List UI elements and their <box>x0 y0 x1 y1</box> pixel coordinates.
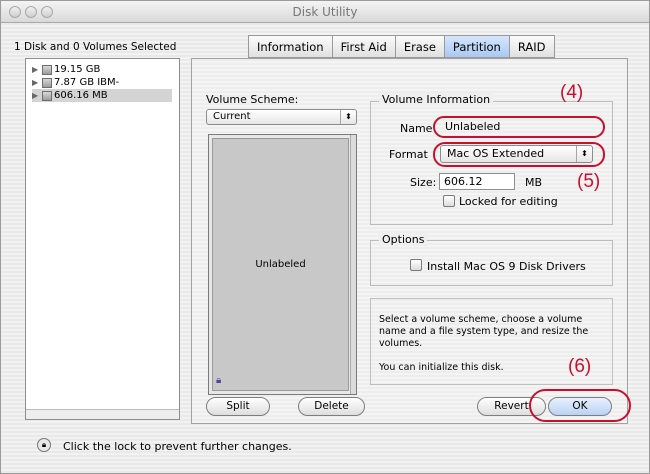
disk-item[interactable]: ▶ 19.15 GB <box>32 63 100 76</box>
volume-scheme-label: Volume Scheme: <box>206 93 299 106</box>
disclosure-triangle-icon[interactable]: ▶ <box>32 76 40 89</box>
locked-checkbox[interactable] <box>443 195 455 207</box>
status-text: You can initialize this disk. <box>379 362 504 373</box>
disk-icon <box>42 64 52 75</box>
volume-information-title: Volume Information <box>379 93 494 106</box>
map-resize-bar[interactable] <box>350 135 356 394</box>
partition-map: Unlabeled 🔒︎ <box>208 134 357 395</box>
disk-label: 7.87 GB IBM- <box>54 77 120 88</box>
tab-first-aid[interactable]: First Aid <box>331 35 395 58</box>
callout-6: (6) <box>568 356 592 377</box>
annotation-ring-name <box>433 116 605 138</box>
options-title: Options <box>379 233 428 246</box>
annotation-ring-ok <box>529 389 631 422</box>
annotation-ring-format <box>433 142 605 167</box>
tab-bar: Information First Aid Erase Partition RA… <box>248 35 555 59</box>
volume-scheme-value: Current <box>213 111 251 122</box>
tab-erase[interactable]: Erase <box>394 35 444 58</box>
partition-volume-label: Unlabeled <box>255 259 306 270</box>
disclosure-triangle-icon[interactable]: ▶ <box>32 89 40 102</box>
zoom-window-button[interactable] <box>41 6 53 18</box>
delete-button[interactable]: Delete <box>298 397 365 416</box>
callout-5: (5) <box>577 171 601 192</box>
minimize-window-button[interactable] <box>25 6 37 18</box>
split-button[interactable]: Split <box>206 397 270 416</box>
horizontal-scrollbar[interactable] <box>26 409 179 419</box>
disk-list: ▶ 19.15 GB ▶ 7.87 GB IBM- ▶ 606.16 MB <box>25 58 180 420</box>
popup-arrows-icon: ⬍ <box>340 110 356 124</box>
selection-count-label: 1 Disk and 0 Volumes Selected <box>14 41 177 53</box>
tab-partition[interactable]: Partition <box>443 35 509 58</box>
disk-item-selected[interactable]: ▶ 606.16 MB <box>32 89 172 102</box>
install-drivers-label: Install Mac OS 9 Disk Drivers <box>427 260 586 273</box>
lock-icon[interactable]: 🔒︎ <box>37 438 51 452</box>
size-field[interactable]: 606.12 <box>439 173 515 190</box>
volume-scheme-popup[interactable]: Current ⬍ <box>206 109 357 125</box>
name-label: Name <box>400 122 433 135</box>
disk-label: 606.16 MB <box>54 90 108 101</box>
disk-icon <box>42 90 52 101</box>
tab-raid[interactable]: RAID <box>508 35 555 58</box>
partition-lock-icon[interactable]: 🔒︎ <box>216 375 221 386</box>
disk-label: 19.15 GB <box>54 64 101 75</box>
lock-message: Click the lock to prevent further change… <box>63 440 292 453</box>
window-title: Disk Utility <box>292 5 358 19</box>
install-drivers-checkbox[interactable] <box>410 259 422 271</box>
size-label: Size: <box>410 176 437 189</box>
disk-item[interactable]: ▶ 7.87 GB IBM- <box>32 76 119 89</box>
disclosure-triangle-icon[interactable]: ▶ <box>32 63 40 76</box>
size-unit-label: MB <box>525 176 543 189</box>
format-label: Format <box>389 148 428 161</box>
title-bar[interactable]: Disk Utility <box>1 1 649 23</box>
tab-information[interactable]: Information <box>248 35 332 58</box>
volume-partition-block[interactable]: Unlabeled 🔒︎ <box>212 138 349 391</box>
disk-icon <box>42 77 52 88</box>
callout-4: (4) <box>560 82 584 103</box>
locked-label: Locked for editing <box>459 195 558 208</box>
close-window-button[interactable] <box>9 6 21 18</box>
help-text: Select a volume scheme, choose a volume … <box>379 314 589 349</box>
